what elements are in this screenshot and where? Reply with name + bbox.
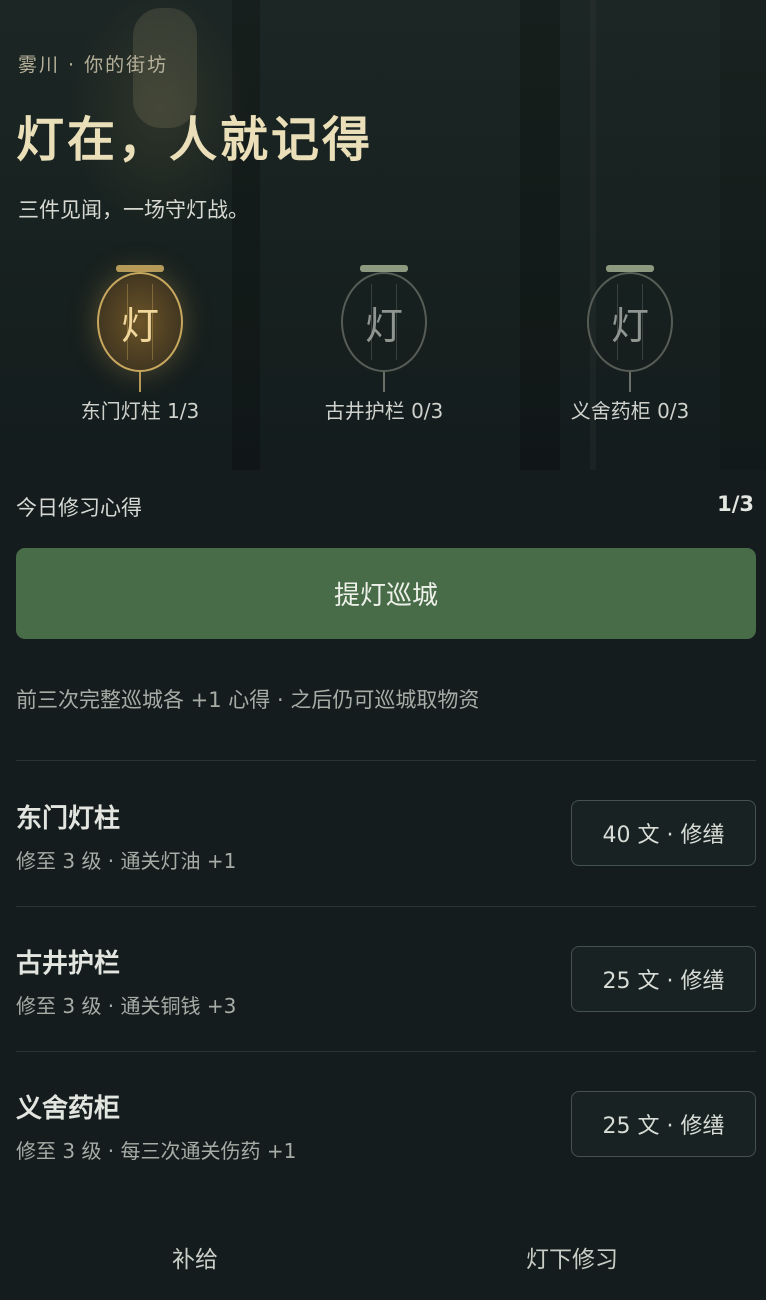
page-title: 灯在，人就记得 xyxy=(16,112,374,168)
lantern-icon: 灯 xyxy=(97,272,183,372)
lantern-clinic-cabinet[interactable]: 灯 义舍药柜 0/3 xyxy=(530,265,730,424)
lantern-char: 灯 xyxy=(364,303,403,348)
lantern-icon: 灯 xyxy=(587,272,673,372)
page-subtitle: 三件见闻，一场守灯战。 xyxy=(18,198,249,222)
repair-button-east-gate[interactable]: 40 文 · 修缮 xyxy=(571,800,756,866)
divider xyxy=(16,906,756,907)
progress-count: 1/3 xyxy=(717,492,754,516)
divider xyxy=(16,1051,756,1052)
lantern-label: 东门灯柱 1/3 xyxy=(80,399,200,423)
item-title: 义舍药柜 xyxy=(16,1094,121,1124)
item-description: 修至 3 级 · 每三次通关伤药 +1 xyxy=(16,1139,297,1163)
lantern-label: 古井护栏 0/3 xyxy=(324,399,444,423)
lantern-char: 灯 xyxy=(610,303,649,348)
item-description: 修至 3 级 · 通关灯油 +1 xyxy=(16,849,237,873)
breadcrumb: 雾川 · 你的街坊 xyxy=(18,54,169,76)
tab-lamp-study[interactable]: 灯下修习 xyxy=(526,1240,618,1274)
item-description: 修至 3 级 · 通关铜钱 +3 xyxy=(16,994,237,1018)
lantern-old-well[interactable]: 灯 古井护栏 0/3 xyxy=(284,265,484,424)
lantern-icon: 灯 xyxy=(341,272,427,372)
tab-supplies[interactable]: 补给 xyxy=(172,1240,218,1274)
lantern-cap xyxy=(116,265,164,272)
divider xyxy=(16,760,756,761)
lantern-cap xyxy=(360,265,408,272)
lantern-stem xyxy=(383,372,385,392)
lantern-east-gate[interactable]: 灯 东门灯柱 1/3 xyxy=(40,265,240,424)
lantern-label: 义舍药柜 0/3 xyxy=(570,399,690,423)
repair-button-clinic-cabinet[interactable]: 25 文 · 修缮 xyxy=(571,1091,756,1157)
lantern-cap xyxy=(606,265,654,272)
item-title: 古井护栏 xyxy=(16,949,121,979)
repair-button-old-well[interactable]: 25 文 · 修缮 xyxy=(571,946,756,1012)
lantern-char: 灯 xyxy=(120,303,159,348)
item-title: 东门灯柱 xyxy=(16,804,121,834)
lantern-stem xyxy=(629,372,631,392)
progress-label: 今日修习心得 xyxy=(16,496,142,520)
patrol-hint: 前三次完整巡城各 +1 心得 · 之后仍可巡城取物资 xyxy=(16,688,480,712)
lantern-stem xyxy=(139,372,141,392)
patrol-button[interactable]: 提灯巡城 xyxy=(16,548,756,639)
